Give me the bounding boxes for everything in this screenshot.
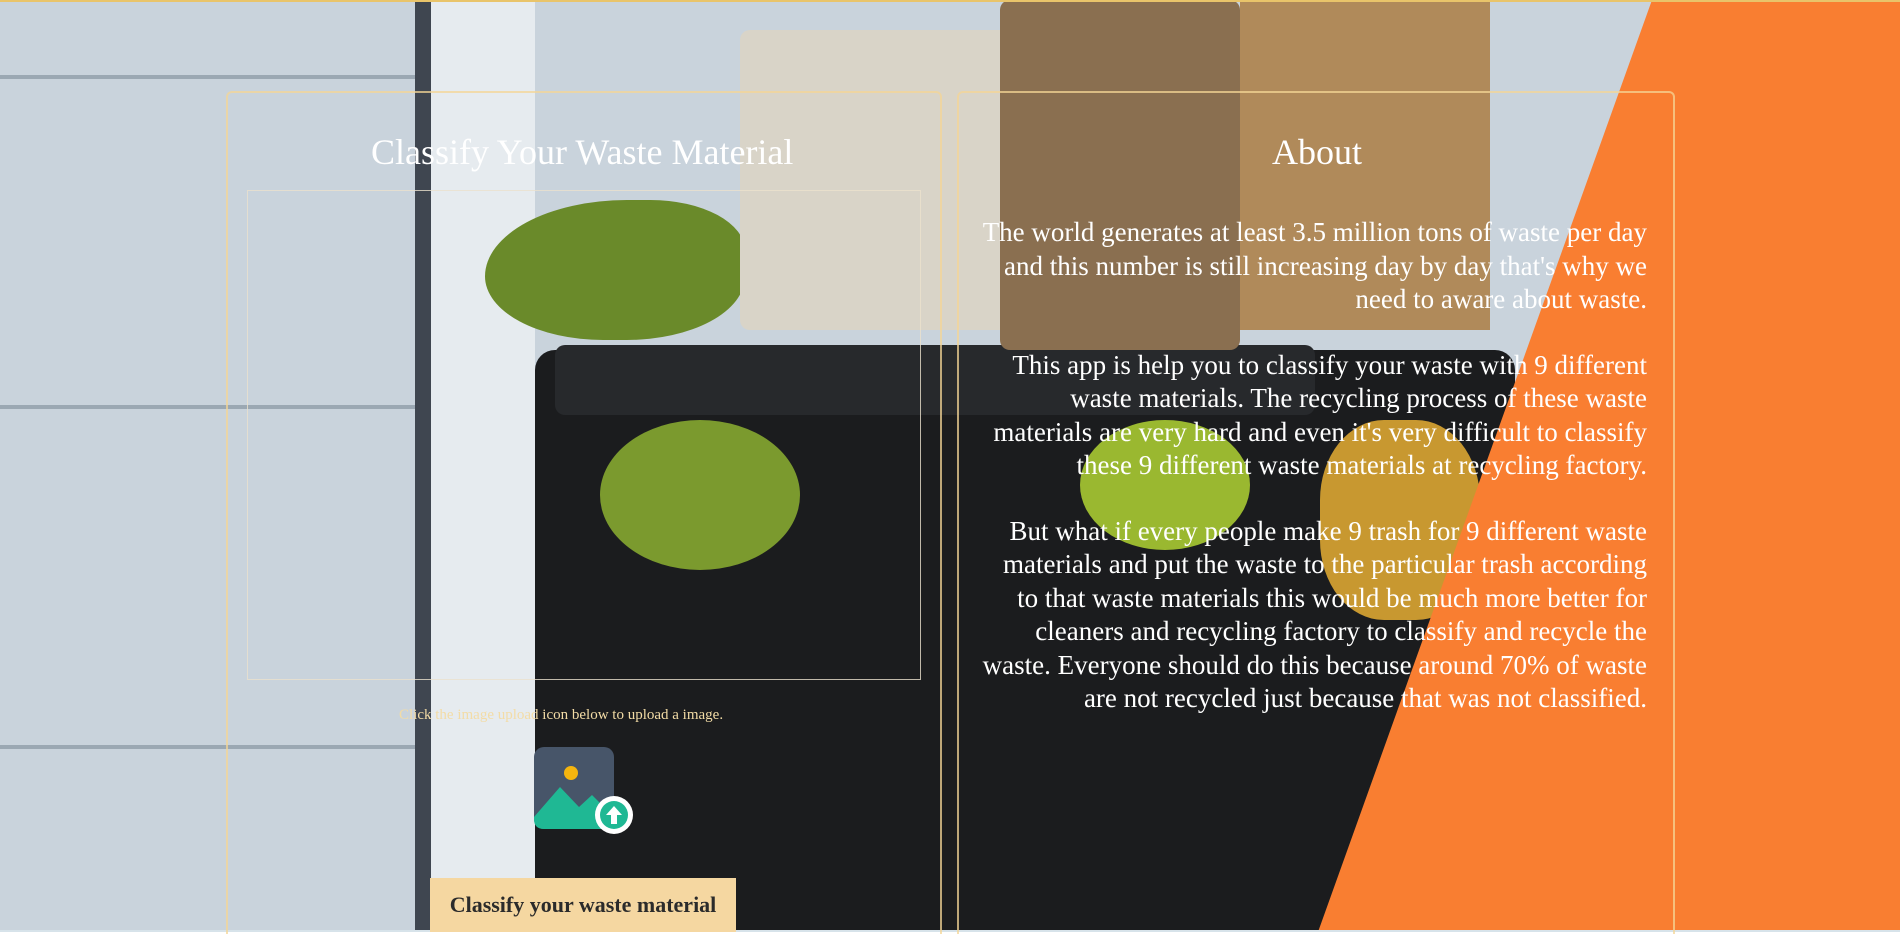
upload-hint: Click the image upload icon below to upl… bbox=[399, 707, 724, 723]
image-upload-icon[interactable] bbox=[534, 747, 634, 835]
about-paragraph-3: But what if every people make 9 trash fo… bbox=[982, 515, 1647, 714]
classify-title: Classify Your Waste Material bbox=[371, 132, 794, 172]
classify-button[interactable]: Classify your waste material bbox=[430, 878, 736, 932]
about-paragraph-2: This app is help you to classify your wa… bbox=[993, 349, 1647, 481]
about-paragraph-1: The world generates at least 3.5 million… bbox=[982, 217, 1647, 314]
about-title: About bbox=[1272, 132, 1362, 172]
image-preview-area bbox=[247, 190, 921, 680]
top-divider bbox=[0, 0, 1900, 2]
about-text: The world generates at least 3.5 million… bbox=[977, 216, 1647, 748]
